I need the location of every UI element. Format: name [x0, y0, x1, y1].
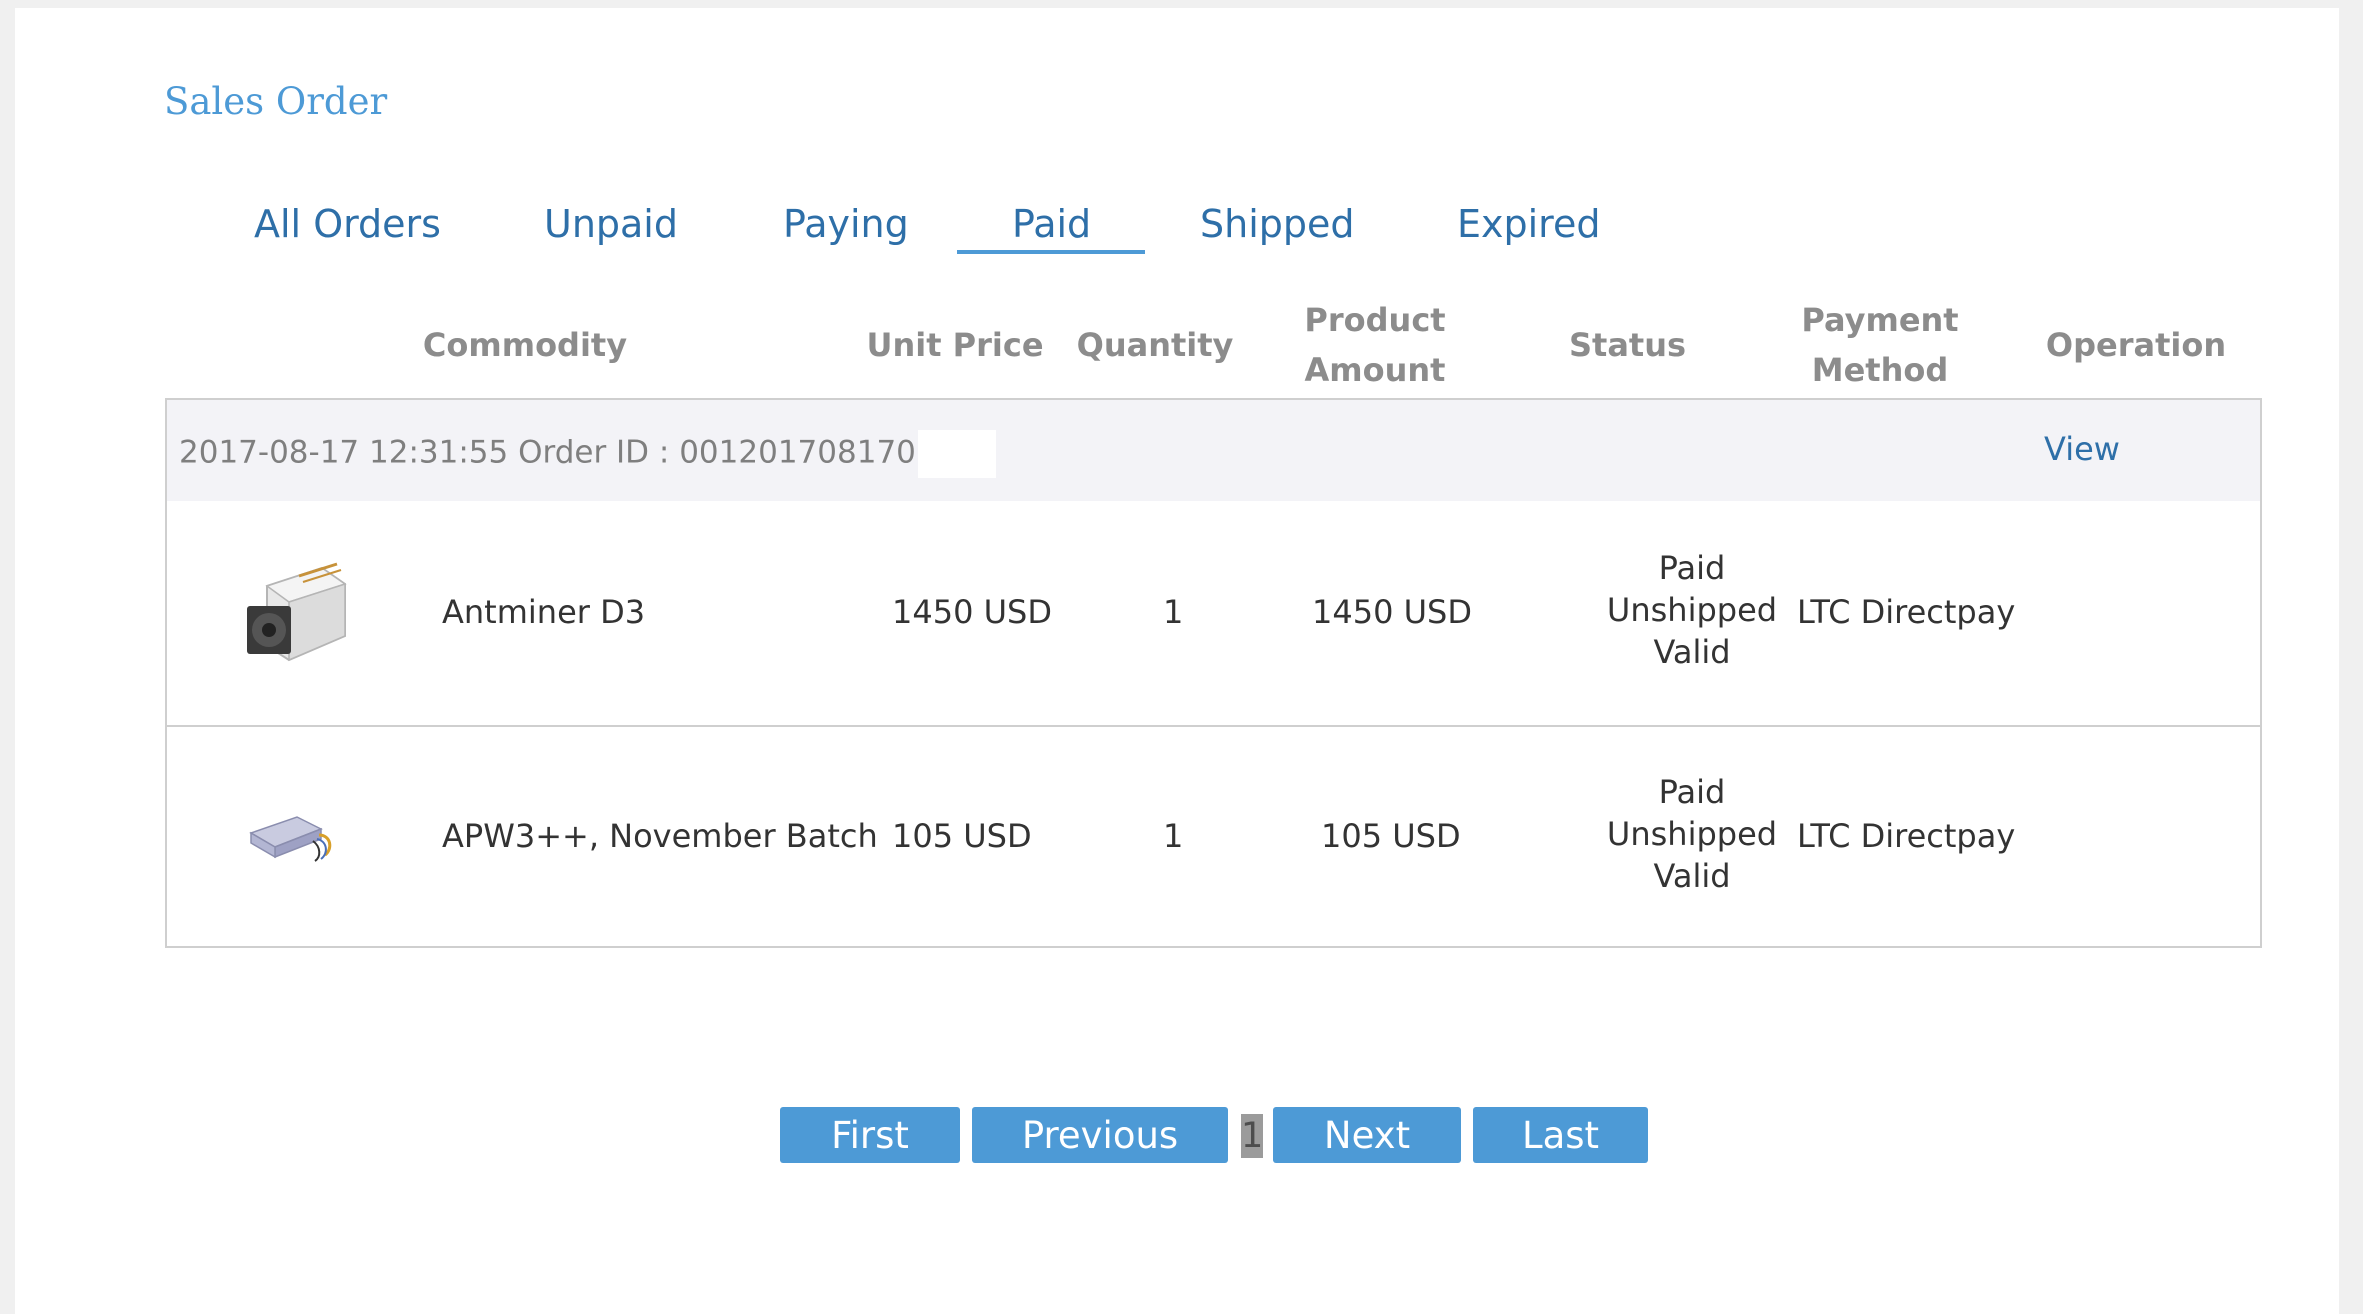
item-status-shipping: Unshipped — [1606, 591, 1778, 629]
first-page-button[interactable]: First — [780, 1107, 960, 1163]
antminer-d3-icon — [247, 562, 347, 662]
item-unit-price: 1450 USD — [892, 593, 1052, 631]
column-header-product-amount-line1: Product — [1304, 301, 1446, 339]
order-info: 2017-08-17 12:31:55 Order ID : 001201708… — [179, 430, 996, 478]
tab-expired[interactable]: Expired — [1457, 202, 1600, 246]
item-status-payment: Paid — [1658, 773, 1726, 811]
power-supply-icon — [249, 816, 332, 862]
item-status-validity: Valid — [1653, 633, 1731, 671]
item-status-payment: Paid — [1658, 549, 1726, 587]
tab-shipped[interactable]: Shipped — [1200, 202, 1355, 246]
item-quantity: 1 — [1163, 817, 1184, 855]
column-header-product-amount: Product Amount — [1285, 295, 1465, 395]
item-name: Antminer D3 — [442, 593, 646, 631]
current-page-number[interactable]: 1 — [1241, 1114, 1263, 1158]
item-product-amount: 1450 USD — [1312, 593, 1472, 631]
item-payment-method: LTC Directpay — [1797, 593, 2016, 631]
item-unit-price: 105 USD — [892, 817, 1032, 855]
page-title: Sales Order — [164, 80, 388, 123]
column-header-payment-method: Payment Method — [1780, 295, 1980, 395]
column-header-commodity: Commodity — [422, 326, 628, 364]
item-status: Paid Unshipped Valid — [1572, 771, 1812, 897]
previous-page-button[interactable]: Previous — [972, 1107, 1228, 1163]
view-order-link[interactable]: View — [2044, 430, 2120, 468]
column-header-status: Status — [1568, 326, 1687, 364]
last-page-button[interactable]: Last — [1473, 1107, 1648, 1163]
order-item-row: APW3++, November Batch 105 USD 1 105 USD… — [167, 727, 2260, 951]
column-header-operation: Operation — [2045, 326, 2227, 364]
tab-all-orders[interactable]: All Orders — [254, 202, 441, 246]
active-tab-indicator — [957, 250, 1145, 254]
item-status-validity: Valid — [1653, 857, 1731, 895]
tab-paid[interactable]: Paid — [1012, 202, 1091, 246]
item-payment-method: LTC Directpay — [1797, 817, 2016, 855]
column-header-unit-price: Unit Price — [866, 326, 1044, 364]
order-date-id: 2017-08-17 12:31:55 Order ID : 001201708… — [179, 434, 916, 471]
item-status: Paid Unshipped Valid — [1572, 547, 1812, 673]
tab-paying[interactable]: Paying — [783, 202, 909, 246]
item-name: APW3++, November Batch — [442, 817, 878, 855]
column-header-quantity: Quantity — [1076, 326, 1234, 364]
order-item-row: Antminer D3 1450 USD 1 1450 USD Paid Uns… — [167, 501, 2260, 727]
column-header-payment-method-line2: Method — [1811, 351, 1949, 389]
column-header-payment-method-line1: Payment — [1801, 301, 1959, 339]
order-card: 2017-08-17 12:31:55 Order ID : 001201708… — [165, 398, 2262, 948]
next-page-button[interactable]: Next — [1273, 1107, 1461, 1163]
item-product-amount: 105 USD — [1321, 817, 1461, 855]
item-status-shipping: Unshipped — [1606, 815, 1778, 853]
column-header-product-amount-line2: Amount — [1304, 351, 1446, 389]
order-header: 2017-08-17 12:31:55 Order ID : 001201708… — [167, 400, 2260, 501]
redacted-order-suffix — [917, 430, 996, 478]
tab-unpaid[interactable]: Unpaid — [544, 202, 678, 246]
item-quantity: 1 — [1163, 593, 1184, 631]
